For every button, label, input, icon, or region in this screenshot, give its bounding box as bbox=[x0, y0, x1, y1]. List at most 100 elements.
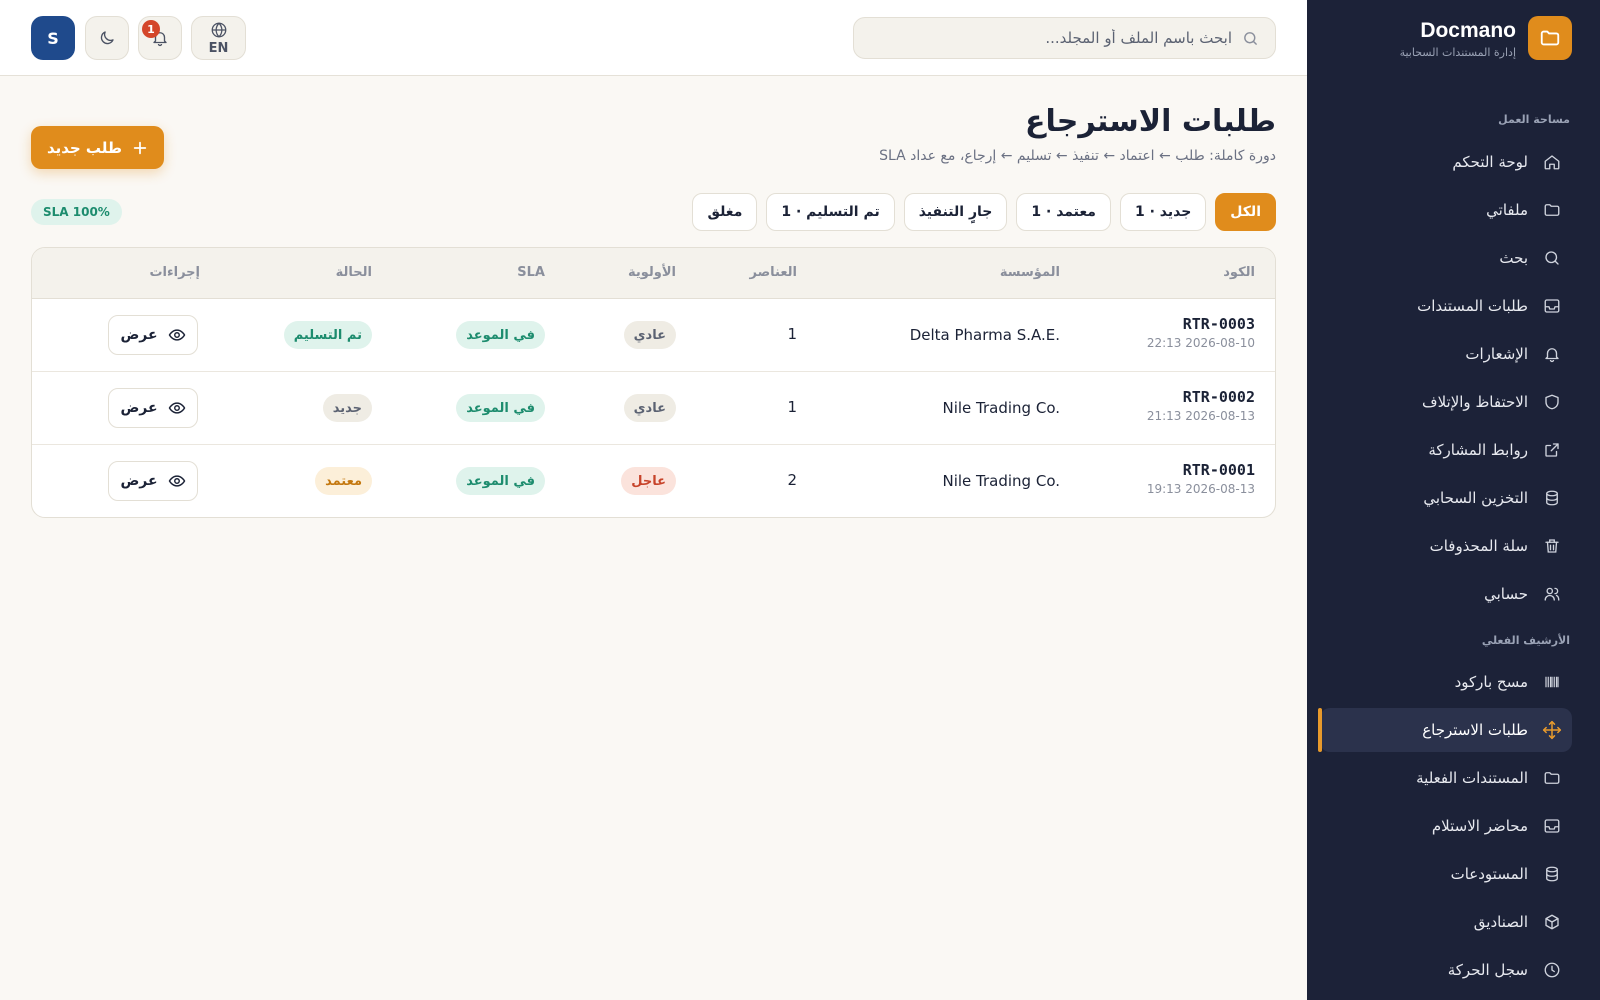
sidebar-item-trash[interactable]: سلة المحذوفات bbox=[1320, 524, 1572, 568]
request-code: RTR-0001 bbox=[1182, 461, 1255, 479]
folder-icon bbox=[1542, 200, 1562, 220]
theme-toggle-button[interactable] bbox=[85, 16, 129, 60]
sidebar: Docmano إدارة المستندات السحابية مساحة ا… bbox=[1307, 0, 1600, 1000]
sla-summary-badge: SLA 100% bbox=[31, 199, 122, 225]
sidebar-item-label: المستندات الفعلية bbox=[1416, 769, 1528, 787]
column-header-org: المؤسسة bbox=[999, 265, 1060, 280]
sidebar-item-document-requests[interactable]: طلبات المستندات bbox=[1320, 284, 1572, 328]
filter-approved[interactable]: معتمد · 1 bbox=[1016, 193, 1111, 231]
new-request-button[interactable]: طلب جديد bbox=[31, 126, 164, 169]
globe-icon bbox=[210, 21, 228, 39]
status-filter-bar: الكل جديد · 1 معتمد · 1 جارٍ التنفيذ تم … bbox=[692, 193, 1276, 231]
home-icon bbox=[1542, 152, 1562, 172]
sidebar-item-label: الاحتفاظ والإتلاف bbox=[1422, 393, 1528, 411]
item-count: 1 bbox=[787, 325, 797, 343]
sidebar-item-my-files[interactable]: ملفاتي bbox=[1320, 188, 1572, 232]
column-header-items: العناصر bbox=[749, 265, 797, 280]
priority-badge: عادي bbox=[623, 321, 676, 349]
folder-logo-icon bbox=[1528, 16, 1572, 60]
sidebar-item-label: سجل الحركة bbox=[1447, 961, 1528, 979]
search-box[interactable] bbox=[853, 17, 1276, 59]
shield-icon bbox=[1542, 392, 1562, 412]
section-label-workspace: مساحة العمل bbox=[1498, 113, 1570, 126]
filter-delivered[interactable]: تم التسليم · 1 bbox=[766, 193, 895, 231]
request-code: RTR-0003 bbox=[1182, 315, 1255, 333]
sidebar-item-cloud-storage[interactable]: التخزين السحابي bbox=[1320, 476, 1572, 520]
sidebar-item-movement-log[interactable]: سجل الحركة bbox=[1320, 948, 1572, 992]
status-badge: معتمد bbox=[315, 467, 372, 495]
filter-closed[interactable]: مغلق bbox=[692, 193, 758, 231]
status-badge: جديد bbox=[322, 394, 372, 422]
priority-badge: عادي bbox=[623, 394, 676, 422]
column-header-priority: الأولوية bbox=[627, 265, 676, 280]
filter-all[interactable]: الكل bbox=[1215, 193, 1276, 231]
item-count: 1 bbox=[787, 398, 797, 416]
column-header-actions: إجراءات bbox=[149, 265, 200, 280]
sidebar-item-my-account[interactable]: حسابي bbox=[1320, 572, 1572, 616]
filter-new[interactable]: جديد · 1 bbox=[1119, 193, 1207, 231]
search-input[interactable] bbox=[872, 29, 1232, 47]
organization: Nile Trading Co. bbox=[942, 472, 1060, 490]
sidebar-item-boxes[interactable]: الصناديق bbox=[1320, 900, 1572, 944]
request-code-cell: RTR-0002 2026-08-13 21:13 bbox=[1147, 388, 1255, 423]
barcode-icon bbox=[1542, 672, 1562, 692]
sla-badge: في الموعد bbox=[456, 321, 545, 349]
sidebar-item-dashboard[interactable]: لوحة التحكم bbox=[1320, 140, 1572, 184]
inbox-icon bbox=[1542, 296, 1562, 316]
sidebar-item-label: الصناديق bbox=[1473, 913, 1528, 931]
moon-icon bbox=[98, 29, 116, 47]
sidebar-item-notifications[interactable]: الإشعارات bbox=[1320, 332, 1572, 376]
clock-icon bbox=[1542, 960, 1562, 980]
column-header-code: الكود bbox=[1223, 265, 1255, 280]
view-button[interactable]: عرض bbox=[108, 315, 198, 355]
filter-in-progress[interactable]: جارٍ التنفيذ bbox=[903, 193, 1008, 231]
sidebar-item-share-links[interactable]: روابط المشاركة bbox=[1320, 428, 1572, 472]
column-header-sla: SLA bbox=[517, 265, 545, 280]
view-button[interactable]: عرض bbox=[108, 461, 198, 501]
page-title: طلبات الاسترجاع bbox=[1024, 104, 1276, 139]
trash-icon bbox=[1542, 536, 1562, 556]
language-toggle-button[interactable]: EN bbox=[191, 16, 246, 60]
eye-icon bbox=[168, 472, 186, 490]
page-subtitle: دورة كاملة: طلب ← اعتماد ← تنفيذ ← تسليم… bbox=[879, 148, 1276, 164]
sidebar-item-warehouses[interactable]: المستودعات bbox=[1320, 852, 1572, 896]
request-date: 2026-08-10 22:13 bbox=[1146, 336, 1255, 350]
eye-icon bbox=[168, 399, 186, 417]
database-icon bbox=[1542, 864, 1562, 884]
sidebar-item-label: ملفاتي bbox=[1486, 201, 1528, 219]
sidebar-item-label: المستودعات bbox=[1450, 865, 1528, 883]
section-label-archive: الأرشيف الفعلي bbox=[1481, 634, 1570, 647]
request-date: 2026-08-13 21:13 bbox=[1146, 409, 1255, 423]
language-label: EN bbox=[208, 40, 229, 56]
brand-name: Docmano bbox=[1420, 18, 1516, 42]
sidebar-item-barcode-scan[interactable]: مسح باركود bbox=[1320, 660, 1572, 704]
table-row[interactable]: RTR-0003 2026-08-10 22:13 Delta Pharma S… bbox=[32, 299, 1275, 372]
search-icon bbox=[1542, 248, 1562, 268]
notifications-button[interactable]: 1 bbox=[138, 16, 182, 60]
view-label: عرض bbox=[120, 327, 158, 343]
sidebar-item-search[interactable]: بحث bbox=[1320, 236, 1572, 280]
table-header: الكود المؤسسة العناصر الأولوية SLA الحال… bbox=[32, 248, 1275, 299]
plus-icon bbox=[132, 140, 148, 156]
sidebar-item-label: طلبات الاسترجاع bbox=[1422, 721, 1528, 739]
organization: Nile Trading Co. bbox=[942, 399, 1060, 417]
sidebar-item-physical-documents[interactable]: المستندات الفعلية bbox=[1320, 756, 1572, 800]
request-date: 2026-08-13 19:13 bbox=[1146, 482, 1255, 496]
column-header-status: الحالة bbox=[335, 265, 372, 280]
sidebar-item-label: الإشعارات bbox=[1465, 345, 1528, 363]
sidebar-item-receipt-records[interactable]: محاضر الاستلام bbox=[1320, 804, 1572, 848]
view-button[interactable]: عرض bbox=[108, 388, 198, 428]
table-row[interactable]: RTR-0002 2026-08-13 21:13 Nile Trading C… bbox=[32, 372, 1275, 445]
sidebar-item-label: مسح باركود bbox=[1454, 673, 1528, 691]
box-icon bbox=[1542, 912, 1562, 932]
search-icon bbox=[1242, 30, 1259, 47]
request-code-cell: RTR-0001 2026-08-13 19:13 bbox=[1147, 461, 1255, 496]
sidebar-item-retention[interactable]: الاحتفاظ والإتلاف bbox=[1320, 380, 1572, 424]
topbar: EN 1 S bbox=[0, 0, 1307, 76]
sidebar-item-label: التخزين السحابي bbox=[1423, 489, 1528, 507]
avatar[interactable]: S bbox=[31, 16, 75, 60]
sidebar-item-label: حسابي bbox=[1484, 585, 1528, 603]
brand[interactable]: Docmano إدارة المستندات السحابية bbox=[1400, 16, 1572, 60]
table-row[interactable]: RTR-0001 2026-08-13 19:13 Nile Trading C… bbox=[32, 445, 1275, 517]
sidebar-item-retrieval-requests[interactable]: طلبات الاسترجاع bbox=[1318, 708, 1572, 752]
